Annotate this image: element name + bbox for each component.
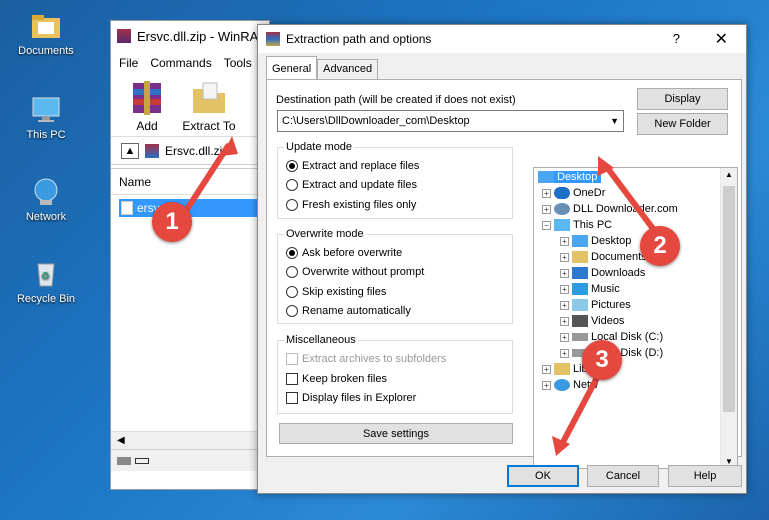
annotation-badge-1: 1 [152,202,192,242]
annotation-badge-3: 3 [582,340,622,380]
annotation-badge-2: 2 [640,226,680,266]
arrow-1-head [222,136,238,156]
arrow-3-line [559,369,603,447]
